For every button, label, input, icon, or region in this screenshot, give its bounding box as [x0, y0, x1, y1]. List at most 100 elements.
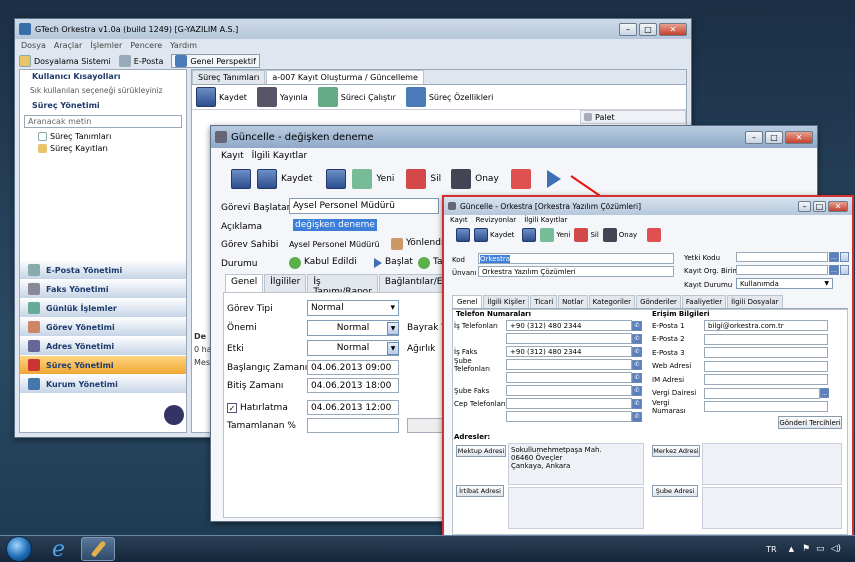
maximize-button[interactable]: □ — [813, 200, 826, 212]
tab-gonderiler[interactable]: Gönderiler — [636, 295, 681, 308]
phone-icon[interactable]: ✆ — [632, 333, 642, 344]
menu-kayit[interactable]: Kayıt — [221, 151, 244, 161]
approve-button[interactable]: Onay — [602, 228, 637, 242]
menu-ilgili-kayitlar[interactable]: İlgili Kayıtlar — [252, 151, 308, 161]
save-as-icon[interactable] — [456, 228, 470, 242]
gorev-baslatan-select[interactable]: Aysel Personel Müdürü — [289, 198, 439, 214]
save-as-icon[interactable] — [231, 169, 251, 189]
minimize-button[interactable]: – — [798, 200, 811, 212]
menu-dosya[interactable]: Dosya — [21, 41, 46, 50]
nav-adres[interactable]: Adres Yönetimi — [20, 336, 186, 355]
gonderi-tercihleri-button[interactable]: Gönderi Tercihleri — [778, 416, 842, 429]
delete-button[interactable]: Sil — [406, 169, 441, 189]
etki-select[interactable]: Normal — [307, 340, 399, 356]
close-button[interactable]: ✕ — [659, 22, 687, 36]
tab-ilgili-kisiler[interactable]: İlgili Kişiler — [483, 295, 530, 308]
tab-faaliyetler[interactable]: Faaliyetler — [681, 295, 727, 308]
unvan-input[interactable]: Orkestra Yazılım Çözümleri — [478, 266, 674, 277]
phone-input[interactable] — [506, 385, 632, 396]
check-icon[interactable] — [647, 228, 662, 242]
phone-icon[interactable]: ✆ — [632, 320, 642, 331]
lookup-icon[interactable]: … — [829, 252, 839, 262]
network-icon[interactable]: ▭ — [816, 544, 825, 554]
general-perspective-button[interactable]: Genel Perspektif — [171, 54, 260, 68]
phone-input[interactable]: +90 (312) 480 2344 — [506, 320, 632, 331]
kod-input[interactable]: Orkestra — [478, 253, 674, 264]
main-titlebar[interactable]: GTech Orkestra v1.0a (build 1249) [G-YAZ… — [15, 19, 691, 39]
menu-revizyonlar[interactable]: Revizyonlar — [476, 216, 517, 224]
phone-icon[interactable]: ✆ — [632, 372, 642, 383]
sube-adresi-button[interactable]: Şube Adresi — [652, 485, 698, 497]
close-button[interactable]: ✕ — [828, 200, 848, 212]
access-input[interactable] — [704, 387, 820, 399]
menu-islemler[interactable]: İşlemler — [90, 41, 122, 50]
tab-ilgili-dosyalar[interactable]: İlgili Dosyalar — [727, 295, 783, 308]
phone-input[interactable] — [506, 359, 632, 370]
irtibat-address-box[interactable] — [508, 487, 644, 529]
tab-surec-tanimlari[interactable]: Süreç Tanımları — [192, 70, 266, 84]
filing-system-button[interactable]: Dosyalama Sistemi — [19, 55, 111, 67]
clear-icon[interactable] — [840, 252, 849, 262]
check-icon[interactable] — [510, 169, 531, 189]
phone-icon[interactable]: ✆ — [632, 398, 642, 409]
complete-button[interactable]: Ta — [418, 257, 443, 269]
sube-address-box[interactable] — [702, 487, 842, 529]
start-button[interactable]: Başlat — [374, 257, 413, 268]
close-button[interactable]: ✕ — [785, 130, 813, 144]
onemi-select[interactable]: Normal — [307, 320, 399, 336]
lookup-icon[interactable]: … — [820, 388, 829, 399]
merkez-address-box[interactable] — [702, 443, 842, 485]
chevron-down-icon[interactable]: ▼ — [387, 322, 399, 335]
sidebar-search-input[interactable]: Aranacak metin — [24, 115, 182, 128]
menu-araclar[interactable]: Araçlar — [54, 41, 82, 50]
lookup-icon[interactable]: … — [829, 265, 839, 275]
save-button[interactable]: Kaydet — [257, 169, 312, 189]
chevron-down-icon[interactable]: ▼ — [387, 342, 399, 355]
show-hidden-icons[interactable]: ▲ — [789, 545, 794, 553]
nav-gunluk[interactable]: Günlük İşlemler — [20, 298, 186, 317]
tab-genel[interactable]: Genel — [452, 295, 483, 308]
maximize-button[interactable]: □ — [765, 130, 783, 144]
tab-kategoriler[interactable]: Kategoriler — [588, 295, 636, 308]
menu-yardim[interactable]: Yardım — [170, 41, 197, 50]
volume-icon[interactable]: ◁) — [831, 544, 841, 554]
phone-icon[interactable]: ✆ — [632, 385, 642, 396]
irtibat-adresi-button[interactable]: İrtibat Adresi — [456, 485, 504, 497]
minimize-button[interactable]: – — [745, 130, 763, 144]
play-icon[interactable] — [546, 170, 561, 188]
phone-input[interactable]: +90 (312) 480 2344 — [506, 346, 632, 357]
tamamlanan-input[interactable] — [307, 418, 399, 433]
new-button[interactable]: Yeni — [540, 228, 570, 242]
kayit-org-input[interactable] — [736, 265, 828, 275]
nav-eposta[interactable]: E-Posta Yönetimi — [20, 260, 186, 279]
run-process-button[interactable]: Süreci Çalıştır — [317, 87, 396, 107]
yetki-kodu-input[interactable] — [736, 252, 828, 262]
approve-button[interactable]: Onay — [451, 169, 499, 189]
access-input[interactable] — [704, 333, 828, 345]
address-box[interactable]: Sokullumehmetpaşa Mah. 06460 Öveçler Çan… — [508, 443, 644, 485]
publish-button[interactable]: Yayınla — [256, 87, 308, 107]
action-center-icon[interactable]: ⚑ — [802, 544, 810, 554]
maximize-button[interactable]: □ — [639, 22, 657, 36]
language-indicator[interactable]: TR — [766, 545, 776, 554]
hatirlatma-input[interactable]: 04.06.2013 12:00 — [307, 400, 399, 415]
tree-item-surec-tanimlari[interactable]: Süreç Tanımları — [20, 130, 186, 143]
delete-button[interactable]: Sil — [574, 228, 599, 242]
merkez-adresi-button[interactable]: Merkez Adresi — [652, 445, 700, 457]
menu-kayit[interactable]: Kayıt — [450, 216, 468, 224]
tab-notlar[interactable]: Notlar — [558, 295, 588, 308]
access-input[interactable]: bilgi@orkestra.com.tr — [704, 320, 828, 332]
save-new-icon[interactable] — [326, 169, 347, 189]
tab-ticari[interactable]: Ticari — [530, 295, 558, 308]
minimize-button[interactable]: – — [619, 22, 637, 36]
tree-item-surec-kayitlari[interactable]: Süreç Kayıtları — [20, 143, 186, 154]
email-button[interactable]: E-Posta — [118, 55, 163, 67]
tab-kayit-olusturma[interactable]: a-007 Kayıt Oluşturma / Güncelleme — [266, 70, 424, 84]
save-new-icon[interactable] — [522, 228, 537, 242]
access-input[interactable] — [704, 347, 828, 359]
gorev-tipi-select[interactable]: Normal ▾ — [307, 300, 399, 316]
phone-input[interactable] — [506, 333, 632, 344]
app-taskbar-icon[interactable] — [81, 537, 116, 561]
palette-header[interactable]: Palet — [580, 110, 686, 124]
access-input[interactable] — [704, 374, 828, 386]
